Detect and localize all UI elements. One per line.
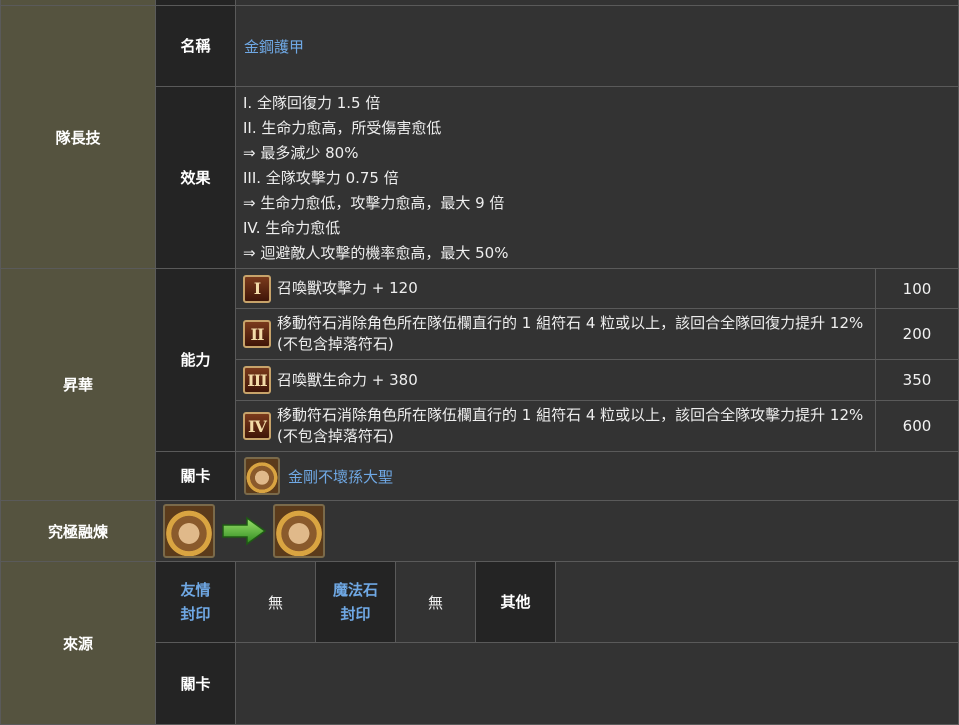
ability-text: 召喚獸生命力 + 380	[277, 370, 418, 389]
skill-name-label: 名稱	[155, 5, 236, 87]
ability-text: 移動符石消除角色所在隊伍欄直行的 1 組符石 4 粒或以上，該回合全隊攻擊力提升…	[277, 406, 864, 445]
roman-numeral-3-icon: III	[243, 366, 271, 394]
roman-numeral-2-icon: II	[243, 320, 271, 348]
other-label: 其他	[475, 561, 556, 643]
ascension-header: 昇華	[0, 268, 156, 501]
effect-line: ⇒ 生命力愈低，攻擊力愈高，最大 9 倍	[243, 194, 505, 212]
effect-line: III. 全隊攻擊力 0.75 倍	[243, 169, 399, 187]
roman-numeral-1-icon: I	[243, 274, 271, 303]
roman-numeral-4-icon: IV	[243, 412, 271, 440]
base-character-avatar[interactable]	[163, 504, 215, 558]
ascension-stage-label: 關卡	[155, 451, 236, 501]
friend-seal-label: 友情 封印	[155, 561, 236, 643]
skill-name-cell: 金鋼護甲	[235, 5, 959, 87]
source-stage-label: 關卡	[155, 642, 236, 725]
source-header: 來源	[0, 561, 156, 725]
ability-row-1: I 召喚獸攻擊力 + 120	[235, 268, 876, 309]
diamond-seal-label: 魔法石 封印	[315, 561, 396, 643]
ability-text: 移動符石消除角色所在隊伍欄直行的 1 組符石 4 粒或以上，該回合全隊回復力提升…	[277, 314, 864, 353]
ability-label: 能力	[155, 268, 236, 452]
other-value	[555, 561, 959, 643]
effect-line: ⇒ 迴避敵人攻擊的機率愈高，最大 50%	[243, 244, 509, 262]
ability-row-4: IV 移動符石消除角色所在隊伍欄直行的 1 組符石 4 粒或以上，該回合全隊攻擊…	[235, 400, 876, 452]
source-stage-value	[235, 642, 959, 725]
ability-cost-2: 200	[875, 308, 959, 360]
stage-link[interactable]: 金剛不壞孫大聖	[288, 466, 393, 487]
stage-character-avatar[interactable]	[244, 457, 280, 495]
skill-name-link[interactable]: 金鋼護甲	[244, 36, 304, 57]
ability-cost-3: 350	[875, 359, 959, 401]
ability-row-2: II 移動符石消除角色所在隊伍欄直行的 1 組符石 4 粒或以上，該回合全隊回復…	[235, 308, 876, 360]
skill-effect-cell: I. 全隊回復力 1.5 倍 II. 生命力愈高，所受傷害愈低 ⇒ 最多減少 8…	[235, 86, 959, 269]
ability-cost-1: 100	[875, 268, 959, 309]
leader-skill-header: 隊長技	[0, 5, 156, 269]
evolution-arrow-icon	[222, 516, 267, 546]
diamond-seal-label-line: 封印	[340, 605, 371, 623]
diamond-seal-value: 無	[395, 561, 476, 643]
diamond-seal-label-line: 魔法石	[332, 581, 378, 599]
friend-seal-value: 無	[235, 561, 316, 643]
effect-line: I. 全隊回復力 1.5 倍	[243, 94, 381, 112]
ability-cost-4: 600	[875, 400, 959, 452]
fused-character-avatar[interactable]	[273, 504, 325, 558]
ability-row-3: III 召喚獸生命力 + 380	[235, 359, 876, 401]
skill-effect-label: 效果	[155, 86, 236, 269]
ultimate-fusion-header: 究極融煉	[0, 500, 156, 562]
effect-line: II. 生命力愈高，所受傷害愈低	[243, 119, 442, 137]
effect-line: IV. 生命力愈低	[243, 219, 341, 237]
ultimate-fusion-cell	[155, 500, 959, 562]
ascension-stage-cell: 金剛不壞孫大聖	[235, 451, 959, 501]
effect-line: ⇒ 最多減少 80%	[243, 144, 359, 162]
friend-seal-label-line: 封印	[180, 605, 211, 623]
ability-text: 召喚獸攻擊力 + 120	[277, 279, 418, 297]
friend-seal-label-line: 友情	[180, 581, 211, 599]
